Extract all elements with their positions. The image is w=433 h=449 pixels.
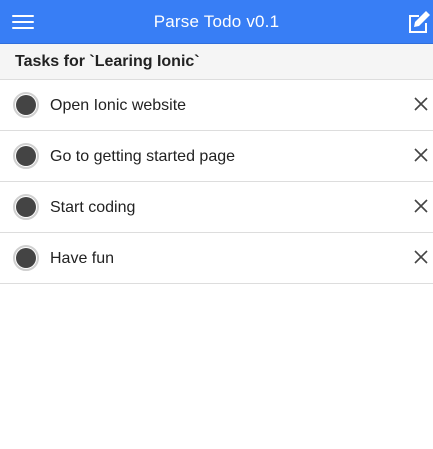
task-toggle[interactable] xyxy=(13,92,39,118)
menu-button[interactable] xyxy=(12,11,38,33)
list-item[interactable]: Open Ionic website xyxy=(0,80,433,131)
compose-button[interactable] xyxy=(403,7,433,37)
close-icon[interactable] xyxy=(413,198,429,214)
task-toggle[interactable] xyxy=(13,194,39,220)
task-toggle[interactable] xyxy=(13,143,39,169)
close-icon[interactable] xyxy=(413,249,429,265)
radio-dot-icon xyxy=(16,95,36,115)
task-label: Have fun xyxy=(50,250,115,267)
radio-dot-icon xyxy=(16,146,36,166)
close-icon[interactable] xyxy=(413,147,429,163)
task-label: Start coding xyxy=(50,199,136,216)
task-label: Go to getting started page xyxy=(50,148,236,165)
app: Parse Todo v0.1 Tasks for `Learing Ionic… xyxy=(0,0,433,449)
list-item[interactable]: Start coding xyxy=(0,182,433,233)
list-item[interactable]: Go to getting started page xyxy=(0,131,433,182)
task-toggle[interactable] xyxy=(13,245,39,271)
radio-dot-icon xyxy=(16,248,36,268)
compose-icon xyxy=(409,11,430,33)
task-label: Open Ionic website xyxy=(50,97,187,114)
list-item[interactable]: Have fun xyxy=(0,233,433,284)
radio-dot-icon xyxy=(16,197,36,217)
list-title: Tasks for `Learing Ionic` xyxy=(0,44,433,80)
nav-bar: Parse Todo v0.1 xyxy=(0,0,433,44)
app-title: Parse Todo v0.1 xyxy=(153,11,280,31)
close-icon[interactable] xyxy=(413,96,429,112)
hamburger-menu-icon xyxy=(12,15,34,17)
